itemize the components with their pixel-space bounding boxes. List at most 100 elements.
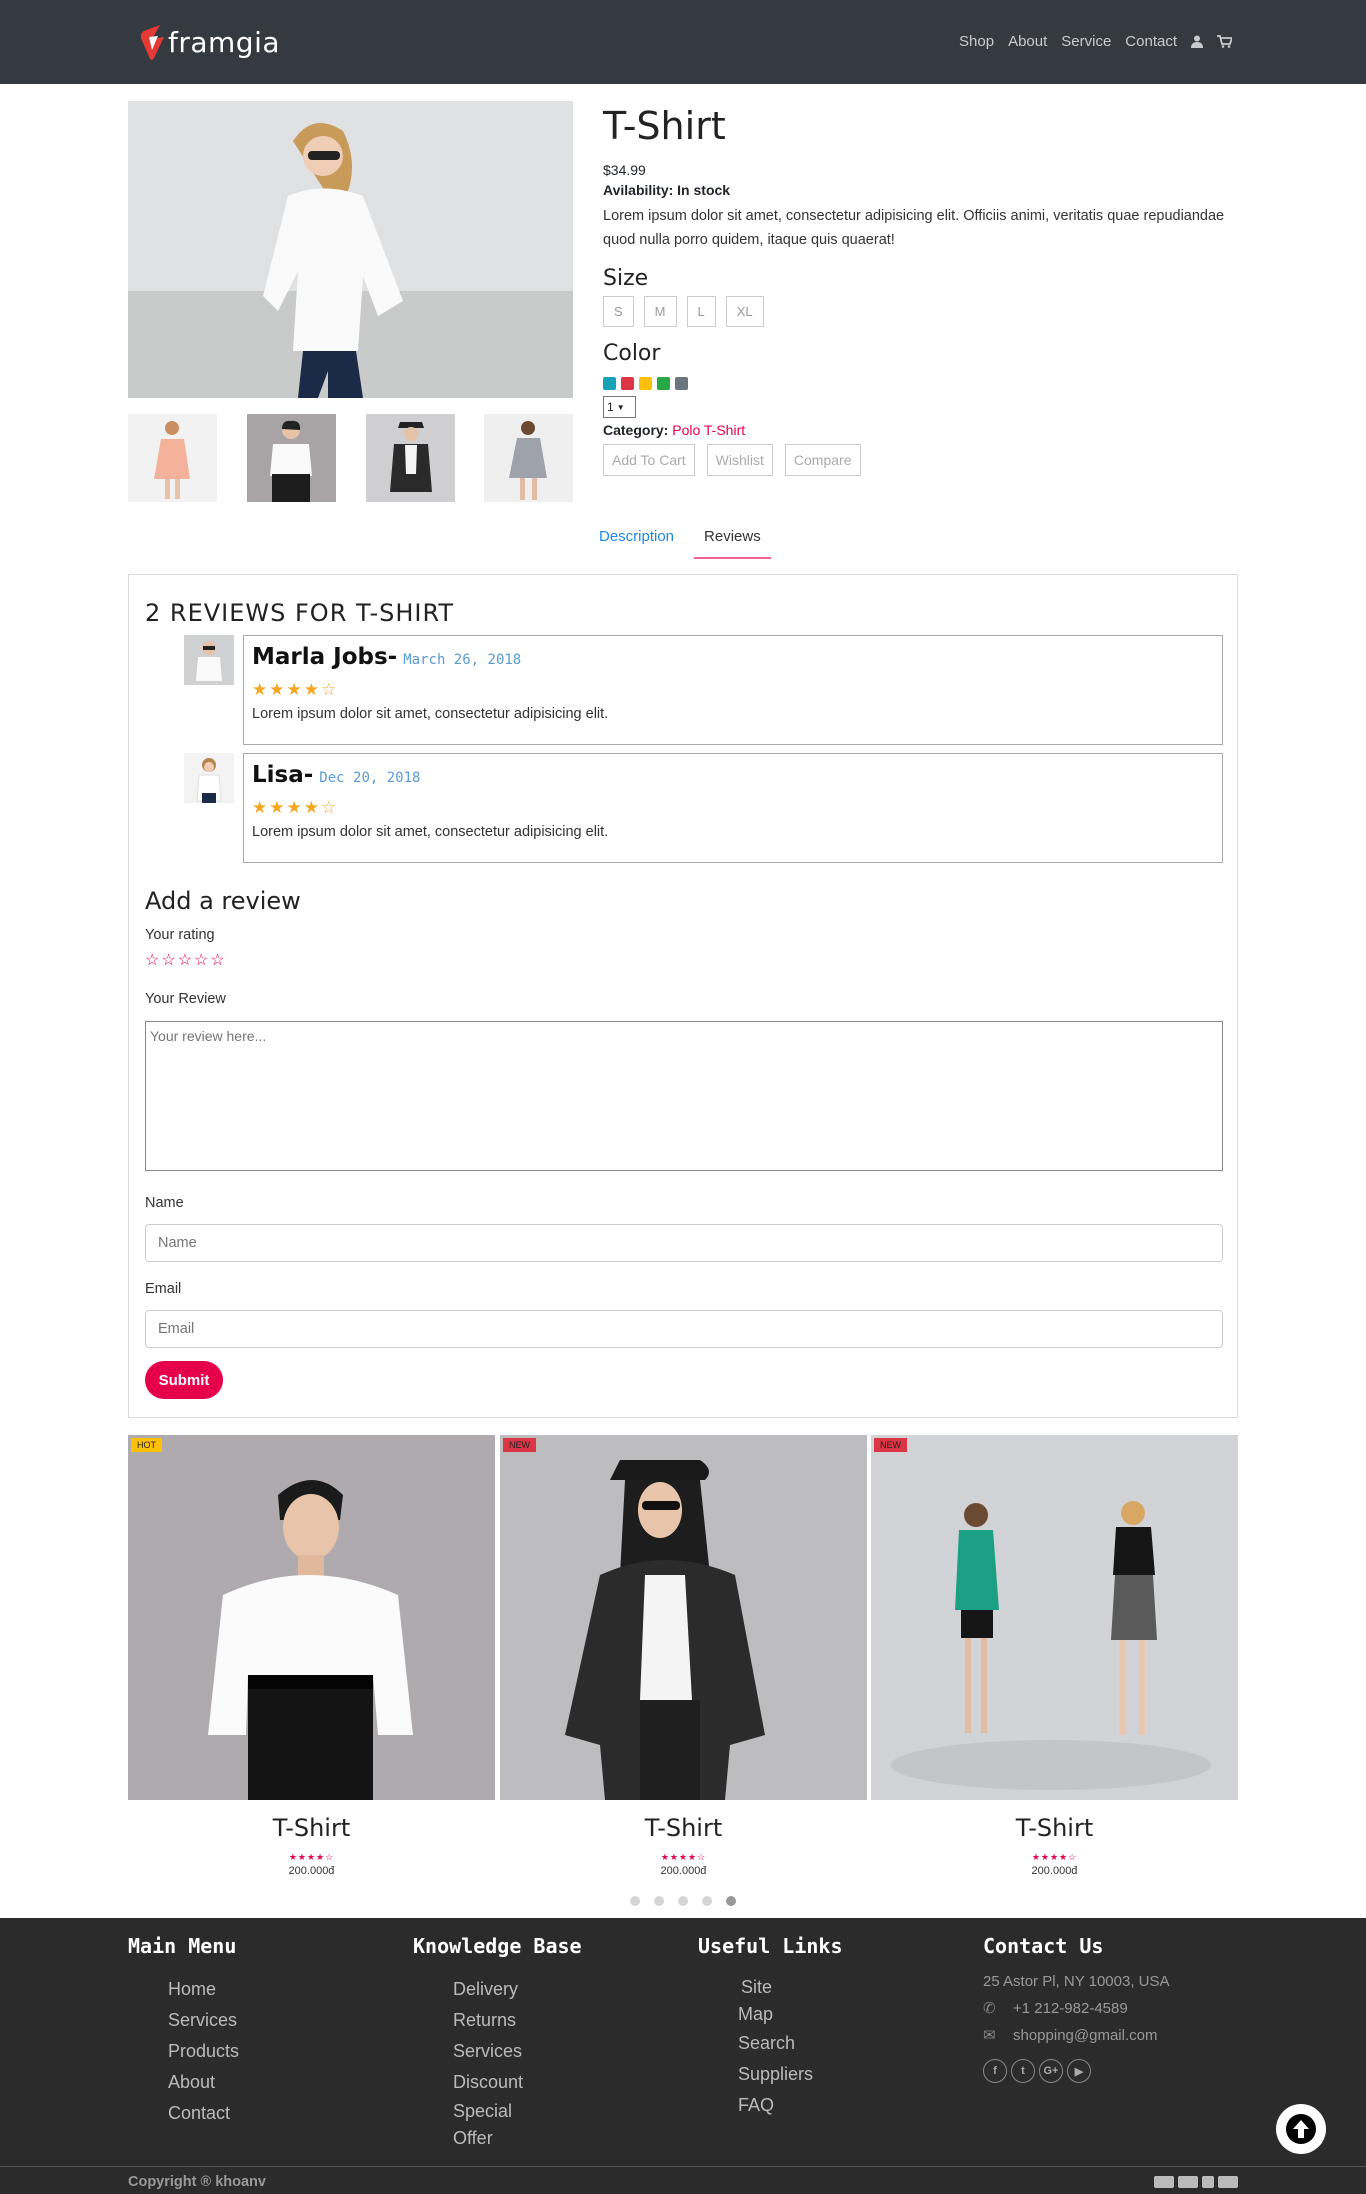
paypal-icon bbox=[1202, 2176, 1214, 2188]
card-icon bbox=[1218, 2176, 1238, 2188]
related-product-title[interactable]: T-Shirt bbox=[500, 1814, 867, 1842]
thumbnail-3[interactable] bbox=[366, 414, 455, 502]
tab-description[interactable]: Description bbox=[589, 524, 684, 559]
add-review-title: Add a review bbox=[145, 887, 301, 915]
size-s-button[interactable]: S bbox=[603, 296, 634, 327]
user-icon[interactable] bbox=[1191, 35, 1203, 48]
footer-link-services[interactable]: Services bbox=[128, 2005, 239, 2036]
footer-link-map[interactable]: Map bbox=[698, 2001, 843, 2028]
email-field[interactable] bbox=[145, 1310, 1223, 1348]
footer: Main Menu Home Services Products About C… bbox=[0, 1918, 1366, 2194]
color-swatch[interactable] bbox=[657, 377, 670, 390]
related-product-title[interactable]: T-Shirt bbox=[128, 1814, 495, 1842]
reviews-title: 2 REVIEWS FOR T-SHIRT bbox=[145, 599, 455, 627]
color-swatch[interactable] bbox=[639, 377, 652, 390]
footer-link-products[interactable]: Products bbox=[128, 2036, 239, 2067]
footer-link-special[interactable]: Special bbox=[413, 2098, 582, 2125]
footer-heading: Main Menu bbox=[128, 1934, 237, 1958]
brand-name: framgia bbox=[168, 25, 281, 59]
framgia-logo-icon bbox=[138, 23, 166, 61]
compare-button[interactable]: Compare bbox=[784, 444, 861, 476]
footer-link-contact[interactable]: Contact bbox=[128, 2098, 239, 2129]
google-plus-icon[interactable]: G+ bbox=[1039, 2059, 1063, 2083]
brand-logo[interactable]: framgia bbox=[138, 22, 280, 62]
color-swatch[interactable] bbox=[675, 377, 688, 390]
navbar: framgia Shop About Service Contact bbox=[0, 0, 1366, 84]
nav-service[interactable]: Service bbox=[1061, 33, 1111, 50]
footer-link-returns[interactable]: Returns bbox=[413, 2005, 582, 2036]
product-tabs: Description Reviews bbox=[589, 524, 771, 559]
footer-link-discount[interactable]: Discount bbox=[413, 2067, 582, 2098]
thumbnail-1[interactable] bbox=[128, 414, 217, 502]
carousel-dot[interactable] bbox=[678, 1896, 688, 1906]
contact-email[interactable]: shopping@gmail.com bbox=[1013, 2027, 1157, 2044]
category-link[interactable]: Polo T-Shirt bbox=[672, 422, 745, 438]
carousel-dot[interactable] bbox=[702, 1896, 712, 1906]
name-field[interactable] bbox=[145, 1224, 1223, 1262]
chevron-down-icon: ▼ bbox=[616, 402, 625, 412]
footer-link-faq[interactable]: FAQ bbox=[698, 2090, 843, 2121]
footer-link-search[interactable]: Search bbox=[698, 2028, 843, 2059]
nav-shop[interactable]: Shop bbox=[959, 33, 994, 50]
footer-heading: Knowledge Base bbox=[413, 1934, 582, 1958]
carousel-dot[interactable] bbox=[630, 1896, 640, 1906]
size-m-button[interactable]: M bbox=[643, 296, 677, 327]
footer-link-offer[interactable]: Offer bbox=[413, 2125, 582, 2152]
related-product-title[interactable]: T-Shirt bbox=[871, 1814, 1238, 1842]
quantity-select[interactable]: 1 ▼ bbox=[603, 396, 636, 418]
contact-phone[interactable]: +1 212-982-4589 bbox=[1013, 2000, 1128, 2017]
color-swatch[interactable] bbox=[603, 377, 616, 390]
thumbnail-2[interactable] bbox=[247, 414, 336, 502]
review-item: Lisa- Dec 20, 2018 ★★★★☆ Lorem ipsum dolo… bbox=[243, 753, 1223, 863]
size-xl-button[interactable]: XL bbox=[725, 296, 764, 327]
footer-link-site[interactable]: Site bbox=[698, 1974, 843, 2001]
nav-about[interactable]: About bbox=[1008, 33, 1047, 50]
rating-stars-input[interactable]: ☆☆☆☆☆ bbox=[145, 950, 227, 970]
size-l-button[interactable]: L bbox=[686, 296, 716, 327]
footer-useful-links: Useful Links Site Map Search Suppliers F… bbox=[698, 1934, 843, 2121]
review-author: Marla Jobs- March 26, 2018 bbox=[252, 644, 521, 670]
footer-link-about[interactable]: About bbox=[128, 2067, 239, 2098]
nav-contact[interactable]: Contact bbox=[1125, 33, 1177, 50]
facebook-icon[interactable]: f bbox=[983, 2059, 1007, 2083]
phone-icon: ✆ bbox=[983, 2000, 996, 2017]
review-text: Lorem ipsum dolor sit amet, consectetur … bbox=[252, 824, 609, 840]
reviewer-avatar bbox=[184, 753, 234, 803]
review-textarea[interactable] bbox=[145, 1021, 1223, 1171]
copyright: Copyright ® khoanv bbox=[128, 2174, 266, 2190]
related-product-card[interactable]: NEW bbox=[871, 1435, 1238, 1800]
footer-main-menu: Main Menu Home Services Products About C… bbox=[128, 1934, 239, 2129]
contact-phone-row: ✆ +1 212-982-4589 bbox=[983, 1995, 1170, 2022]
related-product-stars: ★★★★☆ bbox=[288, 1852, 335, 1862]
contact-email-row: ✉ shopping@gmail.com bbox=[983, 2022, 1170, 2049]
carousel-dot[interactable] bbox=[654, 1896, 664, 1906]
scroll-to-top-button[interactable] bbox=[1276, 2104, 1326, 2154]
color-swatch[interactable] bbox=[621, 377, 634, 390]
youtube-icon[interactable]: ▶ bbox=[1067, 2059, 1091, 2083]
add-to-cart-button[interactable]: Add To Cart bbox=[603, 444, 695, 476]
product-category: Category: Polo T-Shirt bbox=[603, 422, 1243, 438]
review-text: Lorem ipsum dolor sit amet, consectetur … bbox=[252, 706, 609, 722]
related-product-card[interactable]: HOT bbox=[128, 1435, 495, 1800]
footer-link-delivery[interactable]: Delivery bbox=[413, 1974, 582, 2005]
tab-reviews[interactable]: Reviews bbox=[694, 524, 771, 559]
footer-link-suppliers[interactable]: Suppliers bbox=[698, 2059, 843, 2090]
carousel-dots bbox=[630, 1896, 736, 1906]
footer-knowledge-base: Knowledge Base Delivery Returns Services… bbox=[413, 1934, 582, 2152]
thumbnail-4[interactable] bbox=[484, 414, 573, 502]
new-badge: NEW bbox=[503, 1438, 536, 1452]
footer-link-services[interactable]: Services bbox=[413, 2036, 582, 2067]
cart-icon[interactable] bbox=[1217, 35, 1232, 48]
footer-link-home[interactable]: Home bbox=[128, 1974, 239, 2005]
hot-badge: HOT bbox=[131, 1438, 162, 1452]
carousel-dot[interactable] bbox=[726, 1896, 736, 1906]
submit-button[interactable]: Submit bbox=[145, 1361, 223, 1399]
twitter-icon[interactable]: t bbox=[1011, 2059, 1035, 2083]
new-badge: NEW bbox=[874, 1438, 907, 1452]
related-product-card[interactable]: NEW bbox=[500, 1435, 867, 1800]
wishlist-button[interactable]: Wishlist bbox=[706, 444, 773, 476]
product-main-image[interactable] bbox=[128, 101, 573, 398]
footer-heading: Useful Links bbox=[698, 1934, 843, 1958]
review-stars: ★★★★☆ bbox=[252, 680, 339, 699]
size-heading: Size bbox=[603, 266, 649, 291]
